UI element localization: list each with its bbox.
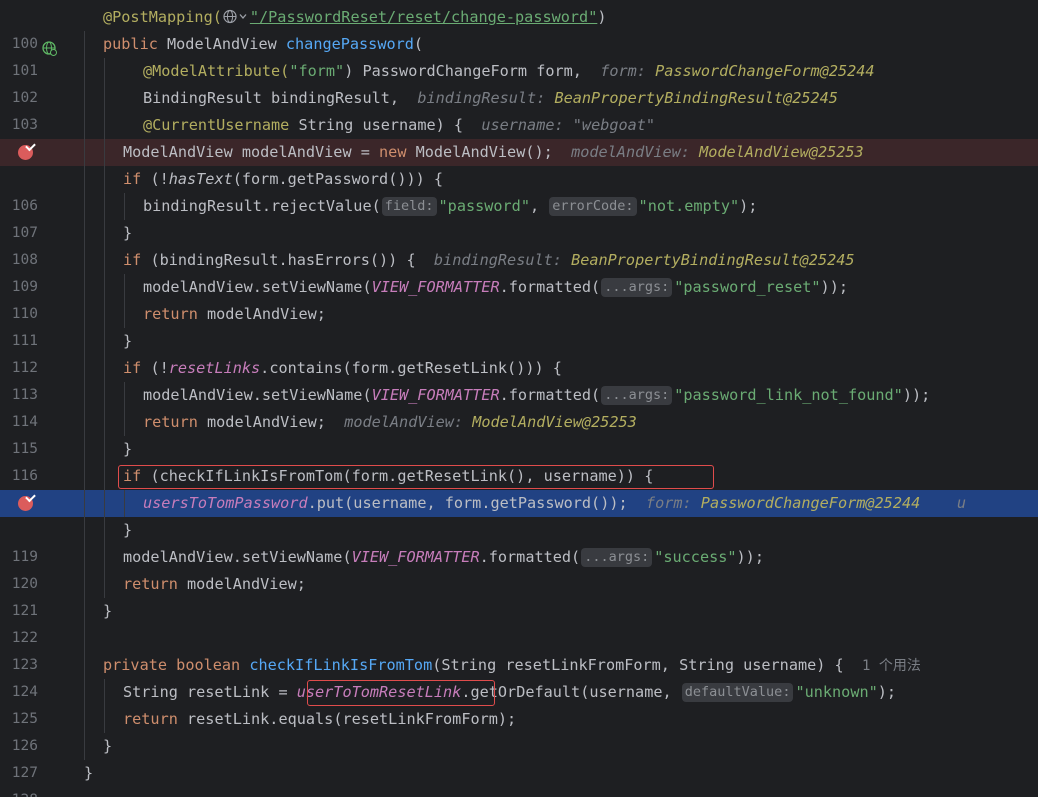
code-text: modelAndView.setViewName(VIEW_FORMATTER.…	[123, 548, 764, 567]
code-text: }	[123, 521, 133, 539]
code-line-101[interactable]: 101 public ModelAndView changePassword(	[0, 31, 1038, 79]
code-line-120[interactable]: 120 modelAndView.setViewName(VIEW_FORMAT…	[0, 544, 1038, 592]
code-line-104[interactable]: 104 @CurrentUsername String username) { …	[0, 112, 1038, 160]
code-line-124[interactable]: 124 private boolean checkIfLinkIsFromTom…	[0, 652, 1038, 700]
code-line-126[interactable]: 126 return resetLink.equals(resetLinkFro…	[0, 706, 1038, 754]
code-line-103[interactable]: 103 BindingResult bindingResult, binding…	[0, 85, 1038, 133]
inline-debug-hint: form:	[645, 494, 701, 512]
request-mapping-url[interactable]: "/PasswordReset/reset/change-password"	[250, 8, 597, 26]
inline-debug-hint: username:	[481, 116, 573, 134]
parameter-hint: ...args:	[581, 548, 653, 567]
code-line-106[interactable]: 106 if (!hasText(form.getPassword())) {	[0, 166, 1038, 214]
code-text: return modelAndView;	[143, 305, 326, 323]
indent-guide	[124, 274, 125, 328]
code-line-125[interactable]: 125 String resetLink = userToTomResetLin…	[0, 679, 1038, 727]
inline-debug-hint: bindingResult:	[433, 251, 572, 269]
code-line-108[interactable]: 108 }	[0, 220, 1038, 268]
code-line-117[interactable]: 117 if (checkIfLinkIsFromTom(form.getRes…	[0, 463, 1038, 511]
code-line-109[interactable]: 109 if (bindingResult.hasErrors()) { bin…	[0, 247, 1038, 295]
code-text: usersToTomPassword.put(username, form.ge…	[143, 494, 966, 512]
code-text: BindingResult bindingResult, bindingResu…	[143, 89, 838, 107]
indent-guide	[124, 382, 125, 436]
code-text: if (!resetLinks.contains(form.getResetLi…	[123, 359, 562, 377]
indent-guide	[104, 679, 105, 733]
code-text: ModelAndView modelAndView = new ModelAnd…	[123, 143, 864, 161]
code-text: if (bindingResult.hasErrors()) { binding…	[123, 251, 855, 269]
code-line-102[interactable]: 102 @ModelAttribute("form") PasswordChan…	[0, 58, 1038, 106]
code-text: public ModelAndView changePassword(	[103, 35, 424, 53]
code-line-114[interactable]: 114 modelAndView.setViewName(VIEW_FORMAT…	[0, 382, 1038, 430]
code-line-113[interactable]: 113 if (!resetLinks.contains(form.getRes…	[0, 355, 1038, 403]
globe-icon[interactable]	[223, 6, 249, 33]
line-number: 128	[0, 787, 38, 797]
inline-debug-hint: modelAndView:	[344, 413, 473, 431]
code-text: private boolean checkIfLinkIsFromTom(Str…	[103, 656, 921, 674]
code-text: return modelAndView;	[123, 575, 306, 593]
web-endpoint-globe-icon[interactable]	[42, 38, 57, 56]
usages-hint[interactable]: 1 个用法	[862, 658, 921, 674]
code-line-107[interactable]: 107 bindingResult.rejectValue(field: "pas…	[0, 193, 1038, 241]
code-text: }	[103, 737, 113, 755]
indent-guide	[124, 193, 125, 220]
code-text: modelAndView.setViewName(VIEW_FORMATTER.…	[143, 278, 848, 297]
code-line-118[interactable]: usersToTomPassword.put(username, form.ge…	[0, 490, 1038, 517]
inline-debug-hint: form:	[600, 62, 656, 80]
code-line-121[interactable]: 121 return modelAndView;	[0, 571, 1038, 619]
parameter-hint: ...args:	[601, 278, 673, 297]
code-text: @PostMapping("/PasswordReset/reset/chang…	[103, 4, 607, 31]
indent-guide	[84, 31, 85, 760]
code-line-119[interactable]: 119 }	[0, 517, 1038, 565]
code-line-112[interactable]: 112 }	[0, 328, 1038, 376]
code-line-128[interactable]: 128 }	[0, 760, 1038, 797]
code-line-116[interactable]: 116 }	[0, 436, 1038, 484]
code-line-115[interactable]: 115 return modelAndView; modelAndView: M…	[0, 409, 1038, 457]
parameter-hint: field:	[381, 197, 437, 216]
indent-guide	[104, 58, 105, 598]
indent-guide	[124, 490, 125, 517]
code-text: }	[123, 224, 133, 242]
inline-debug-hint: modelAndView:	[571, 143, 700, 161]
code-text: if (checkIfLinkIsFromTom(form.getResetLi…	[123, 467, 654, 485]
code-text: if (!hasText(form.getPassword())) {	[123, 170, 444, 188]
code-text: String resetLink = userToTomResetLink.ge…	[123, 683, 897, 702]
parameter-hint: ...args:	[601, 386, 673, 405]
parameter-hint: defaultValue:	[681, 683, 794, 702]
breakpoint-checked-icon[interactable]	[18, 496, 35, 513]
code-line-100[interactable]: 100 @PostMapping("/PasswordReset/reset/c…	[0, 4, 1038, 52]
code-text: }	[84, 764, 94, 782]
code-text: }	[123, 332, 133, 350]
code-text: }	[103, 602, 113, 620]
code-line-111[interactable]: 111 return modelAndView;	[0, 301, 1038, 349]
code-text: modelAndView.setViewName(VIEW_FORMATTER.…	[143, 386, 931, 405]
inline-debug-hint: bindingResult:	[417, 89, 555, 107]
code-text: return modelAndView; modelAndView: Model…	[143, 413, 637, 431]
code-editor[interactable]: 100 @PostMapping("/PasswordReset/reset/c…	[0, 0, 1038, 797]
code-line-105[interactable]: ModelAndView modelAndView = new ModelAnd…	[0, 139, 1038, 166]
code-line-110[interactable]: 110 modelAndView.setViewName(VIEW_FORMAT…	[0, 274, 1038, 322]
code-line-122[interactable]: 122 }	[0, 598, 1038, 646]
code-line-123[interactable]: 123	[0, 625, 1038, 673]
code-text: @ModelAttribute("form") PasswordChangeFo…	[143, 62, 875, 80]
code-text: }	[123, 440, 133, 458]
breakpoint-checked-icon[interactable]	[18, 145, 35, 162]
code-line-127[interactable]: 127 }	[0, 733, 1038, 781]
parameter-hint: errorCode:	[549, 197, 637, 216]
code-text: @CurrentUsername String username) { user…	[143, 116, 656, 134]
code-text: return resetLink.equals(resetLinkFromFor…	[123, 710, 517, 728]
code-text: bindingResult.rejectValue(field: "passwor…	[143, 197, 758, 216]
